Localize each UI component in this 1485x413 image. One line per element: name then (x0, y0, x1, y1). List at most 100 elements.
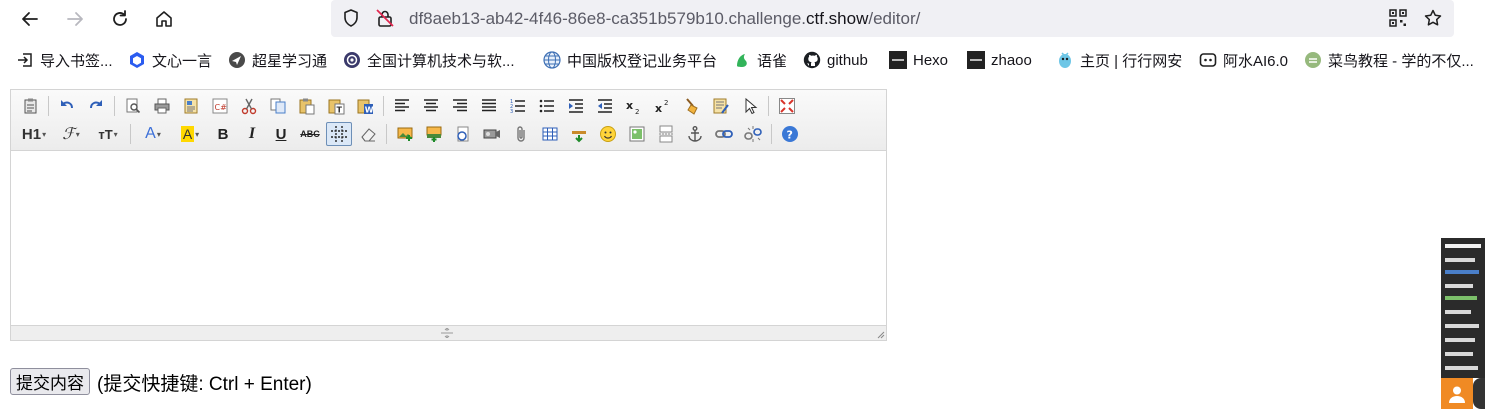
help-button[interactable]: ? (777, 122, 803, 146)
strikethrough-button[interactable]: ABC (297, 122, 323, 146)
superscript-icon: x2 (655, 99, 668, 115)
strike-label: ABC (300, 129, 320, 139)
align-center-button[interactable] (418, 94, 444, 118)
indent-button[interactable] (563, 94, 589, 118)
superscript-button[interactable]: x2 (650, 94, 676, 118)
page-break-button[interactable] (653, 122, 679, 146)
eraser-button[interactable] (355, 122, 381, 146)
bookmark-yuque[interactable]: 语雀 (733, 49, 787, 71)
align-left-button[interactable] (389, 94, 415, 118)
bookmark-import[interactable]: 导入书签... (16, 49, 113, 71)
submit-content-button[interactable]: 提交内容 (10, 368, 90, 395)
ordered-list-button[interactable]: 123 (505, 94, 531, 118)
url-text[interactable]: df8aeb13-ab42-4f46-86e8-ca351b579b10.cha… (409, 9, 920, 29)
highlight-color-button[interactable]: A ▾ (173, 122, 207, 146)
copy-button[interactable] (265, 94, 291, 118)
print-button[interactable] (149, 94, 175, 118)
home-button[interactable] (149, 4, 179, 34)
source-code-button[interactable] (17, 94, 43, 118)
hanghang-icon (1056, 51, 1074, 69)
printer-icon (154, 98, 170, 114)
table-border-button[interactable] (326, 122, 352, 146)
side-panel-tab[interactable] (1473, 378, 1485, 409)
heading-dropdown[interactable]: H1 ▾ (17, 122, 51, 146)
bookmark-github[interactable]: github (803, 49, 868, 71)
toolbar-separator (383, 96, 384, 116)
outdent-button[interactable] (592, 94, 618, 118)
bookmark-wenxin[interactable]: 文心一言 (128, 49, 212, 71)
reload-button[interactable] (105, 4, 135, 34)
anchor-button[interactable] (682, 122, 708, 146)
undo-button[interactable] (54, 94, 80, 118)
justify-button[interactable] (476, 94, 502, 118)
bookmark-chaoxing[interactable]: 超星学习通 (228, 49, 327, 71)
svg-text:x: x (655, 102, 662, 115)
unlink-button[interactable] (740, 122, 766, 146)
select-all-icon (713, 98, 729, 114)
link-button[interactable] (711, 122, 737, 146)
align-right-button[interactable] (447, 94, 473, 118)
bookmark-copyright[interactable]: 中国版权登记业务平台 (543, 49, 717, 71)
insert-emoticon-button[interactable] (595, 122, 621, 146)
insert-multi-image-button[interactable] (421, 122, 447, 146)
insert-attachment-button[interactable] (508, 122, 534, 146)
highlight-label: A (180, 126, 195, 142)
paste-text-button[interactable]: T (323, 94, 349, 118)
italic-button[interactable]: I (239, 122, 265, 146)
paste-button[interactable] (294, 94, 320, 118)
corner-resize-icon[interactable] (875, 329, 885, 339)
hexo-icon (889, 51, 907, 69)
preview-button[interactable] (120, 94, 146, 118)
select-all-button[interactable] (708, 94, 734, 118)
bookmark-hexo[interactable]: Hexo (889, 49, 948, 71)
text-color-button[interactable]: A ▾ (136, 122, 170, 146)
image-insert-icon (397, 127, 413, 141)
import-icon (16, 51, 34, 69)
chaoxing-icon (228, 51, 246, 69)
bookmark-label: zhaoo (991, 51, 1032, 69)
redo-button[interactable] (83, 94, 109, 118)
bookmark-hanghang[interactable]: 主页 | 行行网安 (1056, 49, 1182, 71)
template-icon (184, 98, 198, 114)
bookmark-label: 超星学习通 (252, 52, 328, 70)
font-family-dropdown[interactable]: ℱ ▾ (54, 122, 88, 146)
template-button[interactable] (178, 94, 204, 118)
insecure-lock-icon[interactable] (375, 8, 395, 28)
bookmark-ashui[interactable]: 阿水AI6.0 (1199, 49, 1288, 71)
svg-text:2: 2 (635, 108, 639, 115)
fullscreen-icon (779, 98, 795, 114)
clear-format-button[interactable] (679, 94, 705, 118)
bookmark-star-icon[interactable] (1423, 8, 1443, 28)
unordered-list-icon (539, 99, 554, 113)
user-avatar-button[interactable] (1441, 378, 1473, 409)
editor-content-area[interactable] (11, 151, 886, 325)
insert-flash-button[interactable] (450, 122, 476, 146)
paste-word-button[interactable]: W (352, 94, 378, 118)
fullscreen-button[interactable] (774, 94, 800, 118)
bookmark-runoob[interactable]: 菜鸟教程 - 学的不仅... (1304, 49, 1474, 71)
code-button[interactable]: C# (207, 94, 233, 118)
insert-hr-button[interactable] (566, 122, 592, 146)
qr-code-icon[interactable] (1388, 8, 1408, 28)
font-size-dropdown[interactable]: тT ▾ (91, 122, 125, 146)
editor-status-bar (11, 325, 886, 340)
cut-button[interactable] (236, 94, 262, 118)
insert-image-button[interactable] (392, 122, 418, 146)
unordered-list-button[interactable] (534, 94, 560, 118)
address-bar[interactable]: df8aeb13-ab42-4f46-86e8-ca351b579b10.cha… (331, 0, 1454, 37)
forward-button[interactable] (60, 4, 90, 34)
shield-icon[interactable] (341, 8, 361, 28)
subscript-button[interactable]: x2 (621, 94, 647, 118)
underline-button[interactable]: U (268, 122, 294, 146)
bold-button[interactable]: B (210, 122, 236, 146)
page-break-icon (659, 125, 673, 143)
floating-preview-thumbnail[interactable] (1441, 238, 1485, 378)
bookmark-zhaoo[interactable]: zhaoo (967, 49, 1032, 71)
resize-handle-icon[interactable] (439, 328, 455, 338)
insert-table-button[interactable] (537, 122, 563, 146)
back-button[interactable] (15, 4, 45, 34)
cursor-select-button[interactable] (737, 94, 763, 118)
bookmark-ruankao[interactable]: 全国计算机技术与软... (343, 49, 515, 71)
insert-video-button[interactable] (479, 122, 505, 146)
insert-map-button[interactable] (624, 122, 650, 146)
